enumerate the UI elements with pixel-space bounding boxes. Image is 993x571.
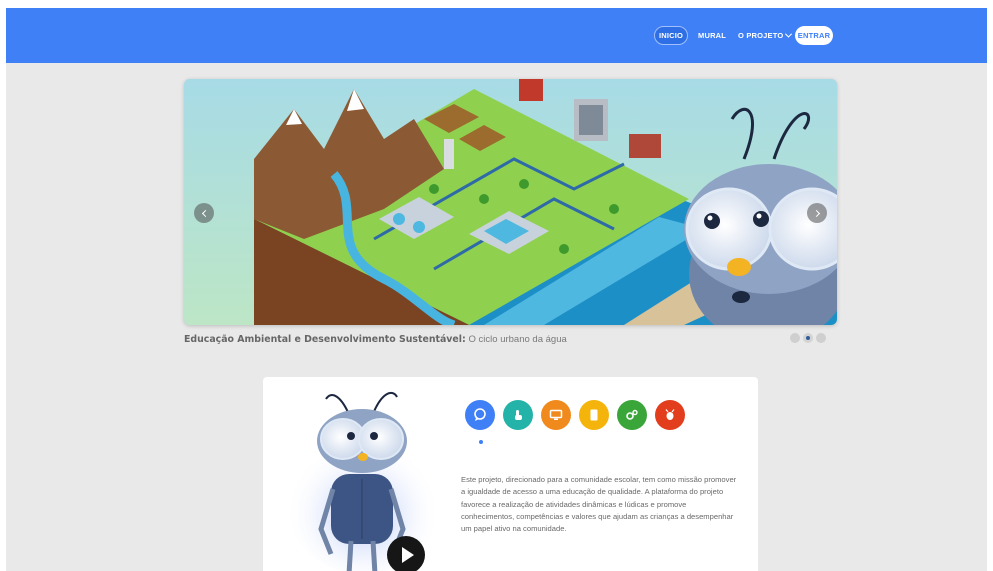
chat-bubble-icon[interactable]: [465, 400, 495, 430]
play-icon: [402, 547, 414, 563]
header-bar: INICIO MURAL O PROJETO ENTRAR: [6, 8, 987, 63]
feature-active-indicator: [479, 440, 483, 444]
project-description: Este projeto, direcionado para a comunid…: [461, 475, 737, 534]
feature-icons: [465, 400, 685, 430]
slide-caption-title: Educação Ambiental e Desenvolvimento Sus…: [184, 334, 466, 345]
nav-o-projeto-label: O PROJETO: [738, 31, 784, 40]
carousel-next-button[interactable]: [807, 203, 827, 223]
gears-icon[interactable]: [617, 400, 647, 430]
tap-hand-icon[interactable]: [503, 400, 533, 430]
login-button[interactable]: ENTRAR: [795, 26, 833, 45]
nav-o-projeto[interactable]: O PROJETO: [738, 26, 793, 45]
nav-inicio[interactable]: INICIO: [654, 26, 688, 45]
chevron-right-icon: [812, 209, 820, 217]
carousel-dot-3[interactable]: [816, 333, 826, 343]
carousel-dot-2[interactable]: [803, 333, 813, 343]
page-frame: INICIO MURAL O PROJETO ENTRAR Educação A…: [6, 8, 987, 571]
slide-caption: Educação Ambiental e Desenvolvimento Sus…: [184, 334, 567, 345]
bug-icon[interactable]: [655, 400, 685, 430]
carousel-indicators: [790, 333, 826, 343]
nav-mural[interactable]: MURAL: [698, 26, 726, 45]
carousel-slide-image: [184, 79, 837, 325]
chevron-left-icon: [201, 209, 209, 217]
slide-caption-subtitle: O ciclo urbano da água: [468, 334, 567, 345]
tablet-icon[interactable]: [579, 400, 609, 430]
screen-icon[interactable]: [541, 400, 571, 430]
carousel-dot-1[interactable]: [790, 333, 800, 343]
intro-card: Este projeto, direcionado para a comunid…: [263, 377, 758, 571]
chevron-down-icon: [785, 30, 793, 38]
carousel-prev-button[interactable]: [194, 203, 214, 223]
play-video-button[interactable]: [387, 536, 425, 571]
